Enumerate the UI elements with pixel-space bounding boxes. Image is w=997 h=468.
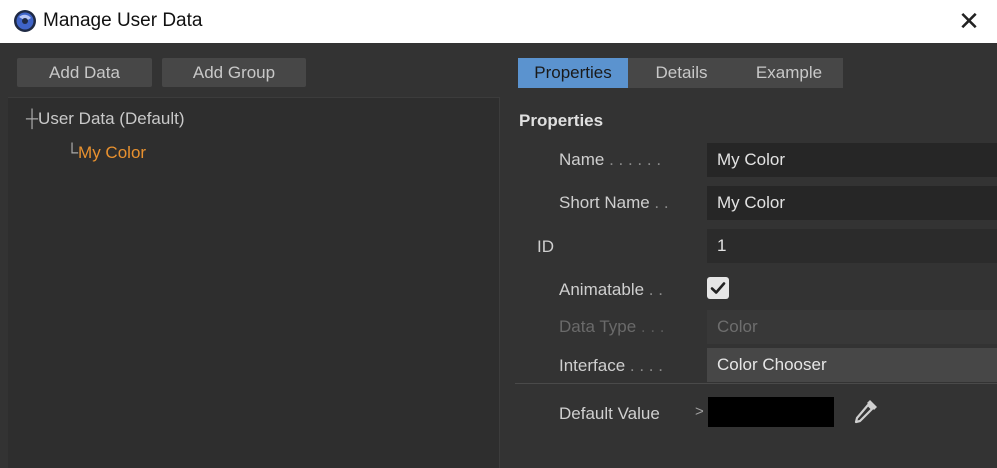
tree-root-label: User Data (Default) — [38, 109, 185, 128]
name-field[interactable] — [707, 143, 997, 177]
short-name-label: Short Name . . — [559, 192, 673, 214]
tree-child-label: My Color — [78, 143, 147, 162]
close-button[interactable]: ✕ — [955, 6, 983, 36]
data-type-select: Color — [707, 310, 997, 344]
default-value-label: Default Value — [559, 404, 660, 423]
tree-item-my-color[interactable]: └My Color — [66, 142, 146, 164]
short-name-label-dots: . . — [649, 193, 674, 212]
expand-arrow-icon[interactable]: > — [695, 403, 704, 420]
animatable-checkbox[interactable] — [707, 277, 729, 299]
tree-child-connector-icon: └ — [66, 143, 79, 162]
interface-label-dots: . . . . — [625, 356, 668, 375]
name-label-text: Name — [559, 150, 605, 169]
title-bar: Manage User Data ✕ — [0, 0, 997, 43]
properties-pane: Properties Details Example Properties Na… — [514, 43, 997, 467]
window-title: Manage User Data — [43, 10, 203, 31]
animatable-label-text: Animatable — [559, 280, 645, 299]
default-color-swatch[interactable] — [708, 397, 834, 427]
tree-item-user-data-default[interactable]: ┼User Data (Default) — [26, 108, 184, 130]
add-data-button[interactable]: Add Data — [17, 58, 152, 87]
add-group-button[interactable]: Add Group — [162, 58, 306, 87]
short-name-label-text: Short Name — [559, 193, 650, 212]
name-label-dots: . . . . . . — [604, 150, 666, 169]
short-name-field[interactable] — [707, 186, 997, 220]
name-label: Name . . . . . . — [559, 149, 666, 171]
user-data-tree[interactable]: ┼User Data (Default) └My Color — [8, 97, 500, 468]
interface-select[interactable]: Color Chooser — [707, 348, 997, 382]
animatable-label: Animatable . . — [559, 279, 668, 301]
animatable-label-dots: . . — [644, 280, 668, 299]
checkmark-icon — [710, 282, 726, 294]
data-type-label-dots: . . . — [636, 317, 670, 336]
left-pane: Add Data Add Group ┼User Data (Default) … — [8, 43, 506, 468]
data-type-label-text: Data Type — [559, 317, 637, 336]
eyedropper-icon[interactable] — [850, 395, 882, 427]
tab-example[interactable]: Example — [735, 58, 843, 88]
section-title: Properties — [519, 111, 604, 130]
interface-label: Interface . . . . — [559, 355, 668, 377]
dialog-body: Add Data Add Group ┼User Data (Default) … — [0, 43, 997, 468]
cinema4d-logo-icon — [14, 10, 36, 32]
data-type-label: Data Type . . . — [559, 316, 669, 338]
id-label: ID — [537, 237, 554, 256]
tree-root-connector-icon: ┼ — [26, 109, 39, 128]
separator — [515, 383, 997, 384]
tab-details[interactable]: Details — [628, 58, 735, 88]
interface-label-text: Interface — [559, 356, 626, 375]
tab-properties[interactable]: Properties — [518, 58, 628, 88]
id-value: 1 — [707, 229, 997, 263]
